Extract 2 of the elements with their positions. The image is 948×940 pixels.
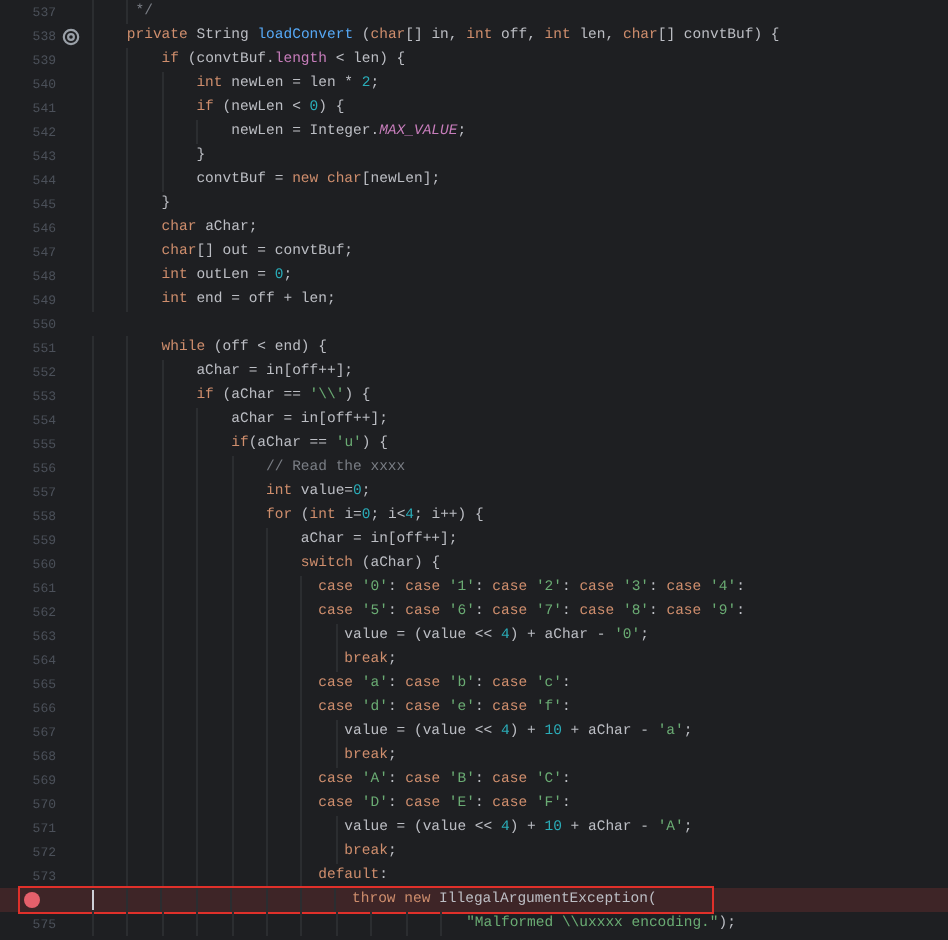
override-icon[interactable] xyxy=(61,27,79,45)
breakpoint-icon[interactable] xyxy=(23,892,39,908)
